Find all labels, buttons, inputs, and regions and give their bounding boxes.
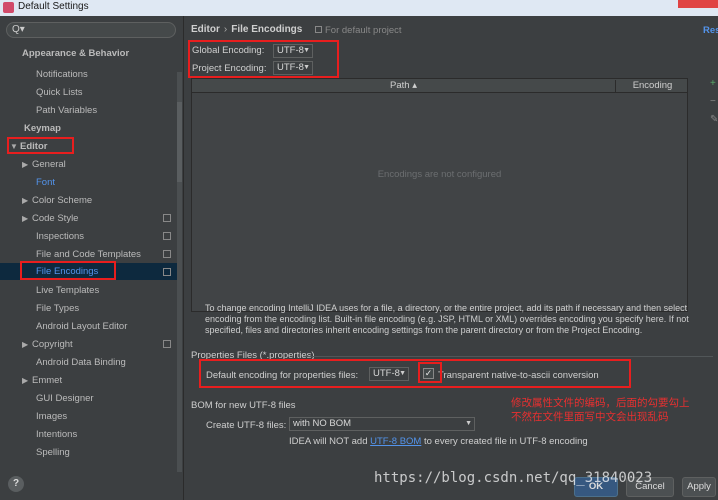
tree-item-color-scheme[interactable]: ▶ Color Scheme — [22, 192, 92, 209]
path-encoding-table[interactable]: Path ▴ Encoding Encodings are not config… — [191, 78, 688, 312]
column-header-path[interactable]: Path ▴ — [192, 80, 616, 92]
search-input[interactable]: Q▾ — [6, 22, 176, 38]
collapsed-arrow-icon[interactable]: ▶ — [22, 156, 32, 173]
watermark-text: https://blog.csdn.net/qq_31840023 — [374, 470, 653, 486]
bom-select[interactable]: with NO BOM ▼ — [289, 417, 475, 431]
collapsed-arrow-icon[interactable]: ▶ — [22, 336, 32, 353]
collapsed-arrow-icon[interactable]: ▶ — [22, 210, 32, 227]
project-scope-icon — [163, 340, 171, 348]
create-utf8-label: Create UTF-8 files: — [206, 420, 287, 431]
default-project-note: For default project — [315, 25, 402, 36]
highlight-box-file-encodings — [20, 261, 116, 280]
search-icon: Q▾ — [12, 24, 25, 35]
window-close-button[interactable] — [678, 0, 718, 8]
highlight-box-encodings — [188, 40, 339, 78]
tree-item-notifications[interactable]: Notifications — [36, 66, 88, 83]
help-button[interactable]: ? — [8, 476, 24, 492]
breadcrumb: Editor › File Encodings — [191, 24, 302, 35]
collapsed-arrow-icon[interactable]: ▶ — [22, 192, 32, 209]
tree-item-android-data-binding[interactable]: Android Data Binding — [36, 354, 126, 371]
tree-item-keymap[interactable]: Keymap — [24, 120, 61, 137]
tree-item-gui-designer[interactable]: GUI Designer — [36, 390, 94, 407]
project-scope-icon — [163, 250, 171, 258]
section-divider — [303, 356, 713, 357]
table-header: Path ▴ Encoding — [192, 79, 687, 93]
annotation-note-line2: 不然在文件里面写中文会出现乱码 — [511, 411, 669, 423]
tree-item-images[interactable]: Images — [36, 408, 67, 425]
bom-info: IDEA will NOT add UTF-8 BOM to every cre… — [289, 436, 588, 447]
add-icon[interactable]: + — [710, 78, 718, 96]
column-header-encoding[interactable]: Encoding — [618, 80, 687, 91]
highlight-box-editor — [7, 137, 74, 154]
tree-item-font[interactable]: Font — [36, 174, 55, 191]
highlight-box-checkbox — [418, 362, 442, 383]
settings-sidebar: Q▾ Appearance & Behavior Notifications Q… — [0, 16, 184, 500]
edit-icon[interactable]: ✎ — [710, 114, 718, 132]
settings-content: Editor › File Encodings For default projec… — [185, 16, 718, 500]
window-title: Default Settings — [18, 1, 89, 12]
table-toolbar: + − ✎ — [710, 78, 718, 132]
chevron-down-icon: ▼ — [465, 420, 472, 427]
tree-item-code-style[interactable]: ▶ Code Style — [22, 210, 78, 227]
table-empty-text: Encodings are not configured — [377, 169, 502, 180]
breadcrumb-separator: › — [223, 24, 228, 35]
utf8-bom-link[interactable]: UTF-8 BOM — [370, 436, 421, 447]
breadcrumb-editor: Editor — [191, 24, 220, 35]
tree-item-intentions[interactable]: Intentions — [36, 426, 77, 443]
collapsed-arrow-icon[interactable]: ▶ — [22, 372, 32, 389]
reset-link[interactable]: Res — [703, 25, 718, 36]
intellij-app-icon — [3, 2, 14, 13]
project-scope-icon — [163, 232, 171, 240]
tree-item-live-templates[interactable]: Live Templates — [36, 282, 99, 299]
tree-item-quick-lists[interactable]: Quick Lists — [36, 84, 82, 101]
project-scope-icon — [163, 268, 171, 276]
tree-item-file-types[interactable]: File Types — [36, 300, 79, 317]
apply-button[interactable]: Apply — [682, 477, 716, 497]
tree-scrollbar[interactable] — [177, 72, 182, 472]
breadcrumb-file-encodings: File Encodings — [231, 24, 303, 35]
tree-item-copyright[interactable]: ▶ Copyright — [22, 336, 73, 353]
tree-scrollbar-thumb[interactable] — [177, 102, 182, 182]
tree-item-appearance-behavior[interactable]: Appearance & Behavior — [22, 45, 129, 62]
tree-item-general[interactable]: ▶ General — [22, 156, 66, 173]
tree-item-path-variables[interactable]: Path Variables — [36, 102, 97, 119]
annotation-note-line1: 修改属性文件的编码，后面的勾要勾上 — [511, 397, 690, 409]
tree-item-inspections[interactable]: Inspections — [36, 228, 84, 245]
tree-item-spelling[interactable]: Spelling — [36, 444, 70, 461]
title-bar: Default Settings — [0, 0, 718, 16]
tree-item-android-layout-editor[interactable]: Android Layout Editor — [36, 318, 127, 335]
bom-section-title: BOM for new UTF-8 files — [191, 400, 296, 411]
project-scope-icon — [163, 214, 171, 222]
highlight-box-properties — [199, 359, 631, 388]
encoding-description: To change encoding IntelliJ IDEA uses fo… — [205, 303, 689, 335]
remove-icon[interactable]: − — [710, 96, 718, 114]
tree-item-emmet[interactable]: ▶ Emmet — [22, 372, 62, 389]
project-icon — [315, 26, 322, 33]
